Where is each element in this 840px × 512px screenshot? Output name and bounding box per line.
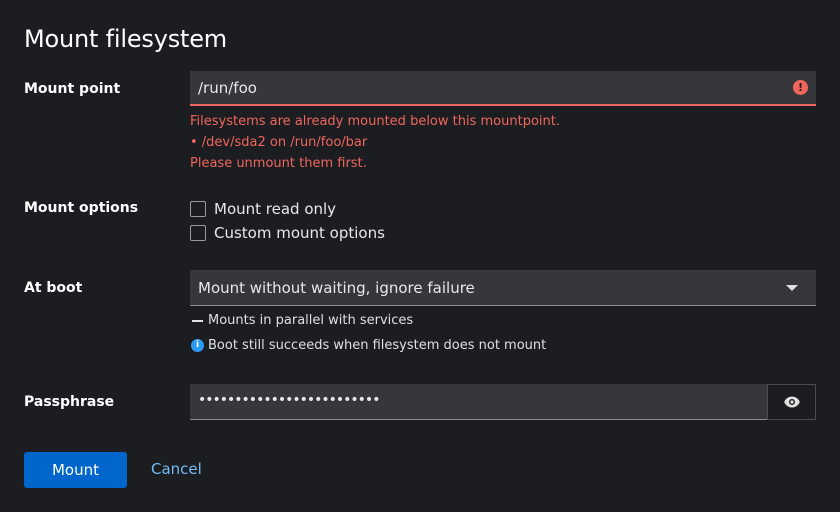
- mount-point-error-line: • /dev/sda2 on /run/foo/bar: [190, 135, 368, 150]
- dash-icon: [192, 320, 203, 322]
- cancel-button[interactable]: Cancel: [151, 460, 202, 478]
- mount-point-error-line: Filesystems are already mounted below th…: [190, 114, 560, 129]
- caret-down-icon: [786, 285, 798, 291]
- info-icon: i: [191, 339, 204, 352]
- at-boot-helper-text: Mounts in parallel with services: [208, 313, 414, 328]
- mount-point-input[interactable]: /run/foo !: [190, 71, 816, 106]
- passphrase-label: Passphrase: [24, 394, 115, 410]
- mount-read-only-checkbox[interactable]: [190, 201, 206, 217]
- mount-options-label: Mount options: [24, 200, 139, 216]
- custom-mount-options-checkbox[interactable]: [190, 225, 206, 241]
- mount-point-value: /run/foo: [198, 79, 257, 97]
- dialog-title: Mount filesystem: [24, 25, 227, 53]
- mount-point-error-line: Please unmount them first.: [190, 156, 367, 171]
- exclamation-circle-icon: !: [793, 80, 808, 95]
- mount-button[interactable]: Mount: [24, 452, 127, 488]
- at-boot-select[interactable]: Mount without waiting, ignore failure: [190, 270, 816, 306]
- at-boot-label: At boot: [24, 280, 83, 296]
- passphrase-value: •••••••••••••••••••••••••: [198, 392, 380, 408]
- mount-point-label: Mount point: [24, 81, 121, 97]
- show-passphrase-button[interactable]: [767, 384, 816, 420]
- eye-icon: [784, 396, 800, 408]
- mount-filesystem-dialog: Mount filesystem Mount point /run/foo ! …: [0, 0, 840, 512]
- mount-read-only-label[interactable]: Mount read only: [214, 200, 336, 218]
- at-boot-helper-text: Boot still succeeds when filesystem does…: [208, 338, 547, 353]
- at-boot-selected-value: Mount without waiting, ignore failure: [198, 279, 475, 297]
- passphrase-input[interactable]: •••••••••••••••••••••••••: [190, 384, 767, 420]
- custom-mount-options-label[interactable]: Custom mount options: [214, 224, 385, 242]
